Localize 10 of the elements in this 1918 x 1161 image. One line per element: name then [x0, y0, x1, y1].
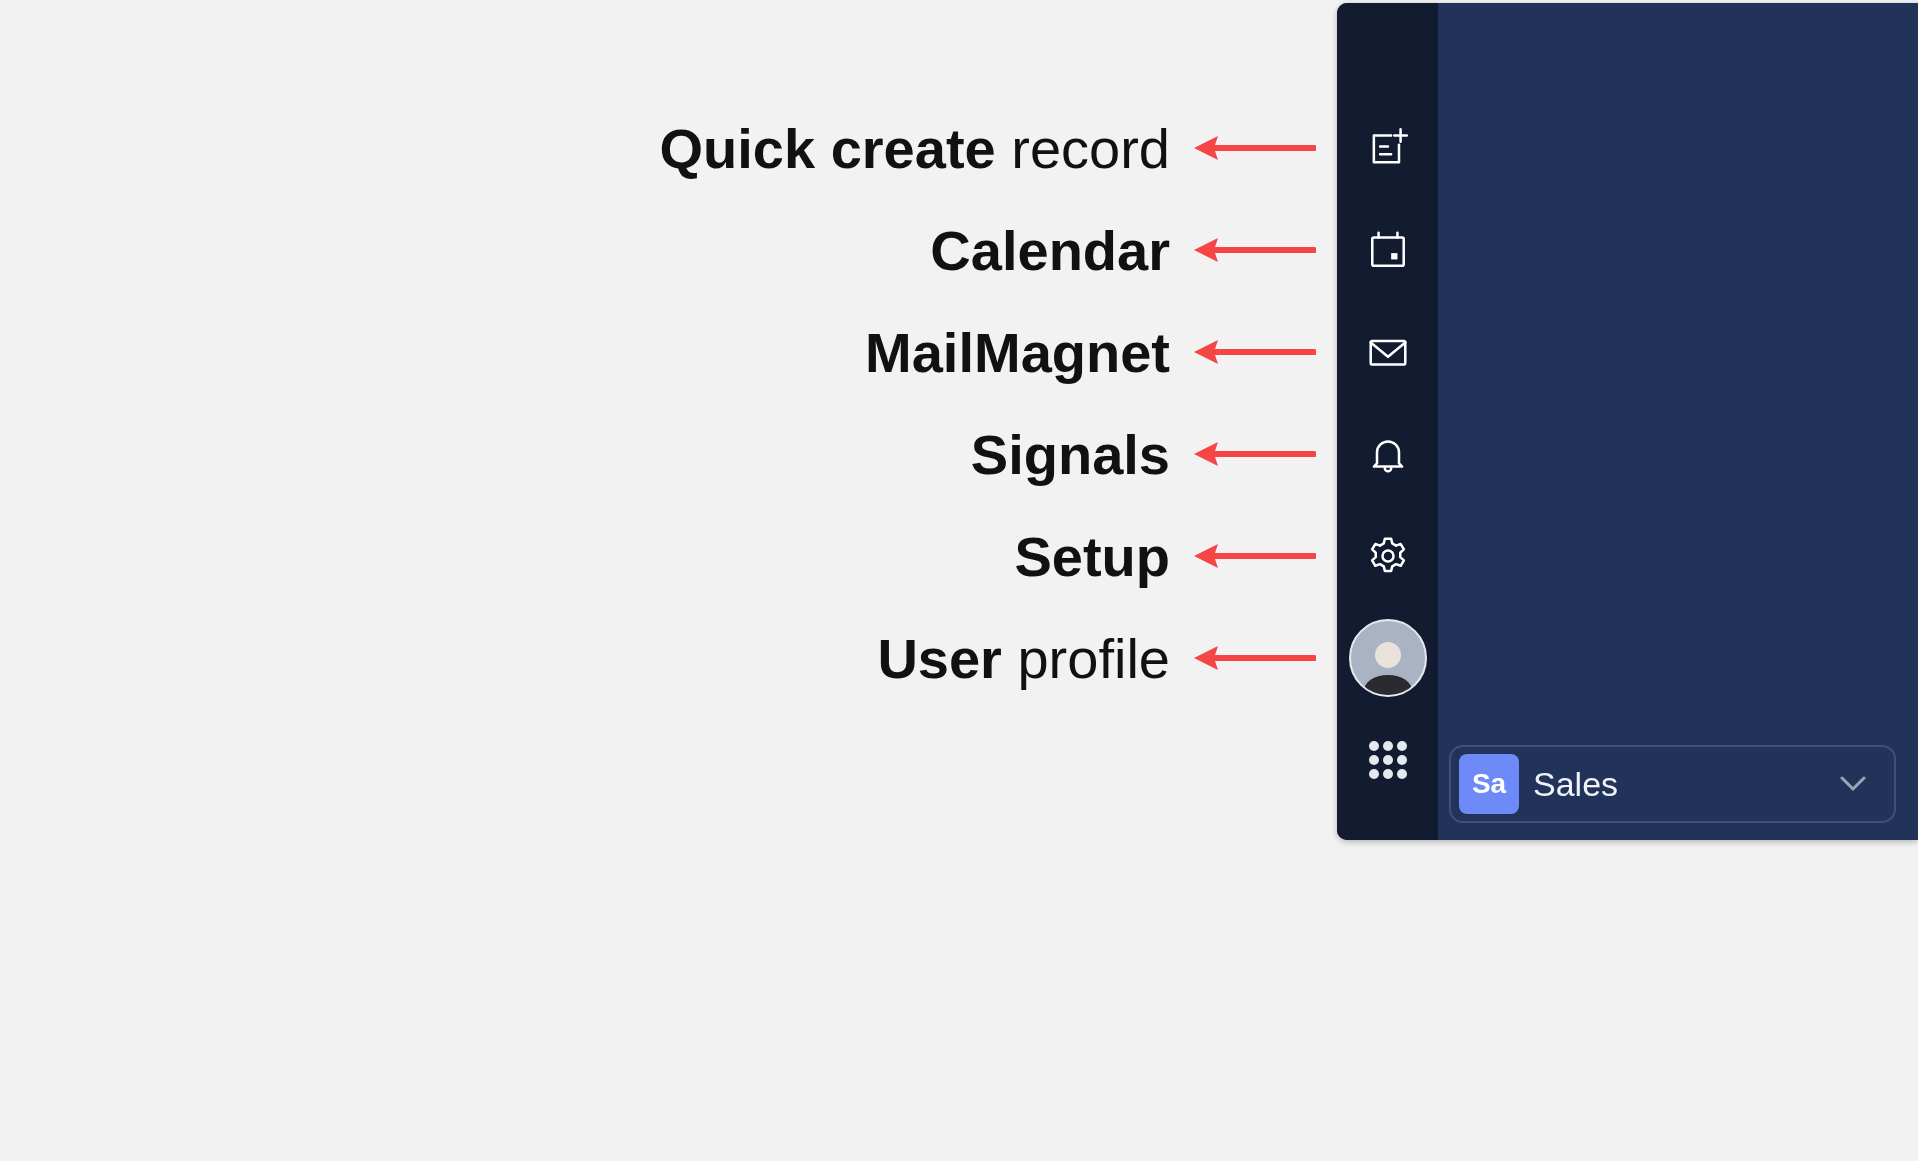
workspace-name: Sales — [1533, 764, 1620, 804]
annotation-label: User profile — [877, 625, 1170, 691]
chevron-down-icon — [1840, 776, 1866, 792]
annotation-label: MailMagnet — [865, 319, 1170, 385]
workspace-selector[interactable]: Sa Sales — [1449, 745, 1896, 823]
workspace-badge: Sa — [1459, 754, 1519, 814]
annotation-label: Quick create record — [659, 115, 1170, 181]
annotation-label: Signals — [970, 421, 1170, 487]
annotation-label: Setup — [1014, 523, 1170, 589]
annotation-label: Calendar — [930, 217, 1170, 283]
